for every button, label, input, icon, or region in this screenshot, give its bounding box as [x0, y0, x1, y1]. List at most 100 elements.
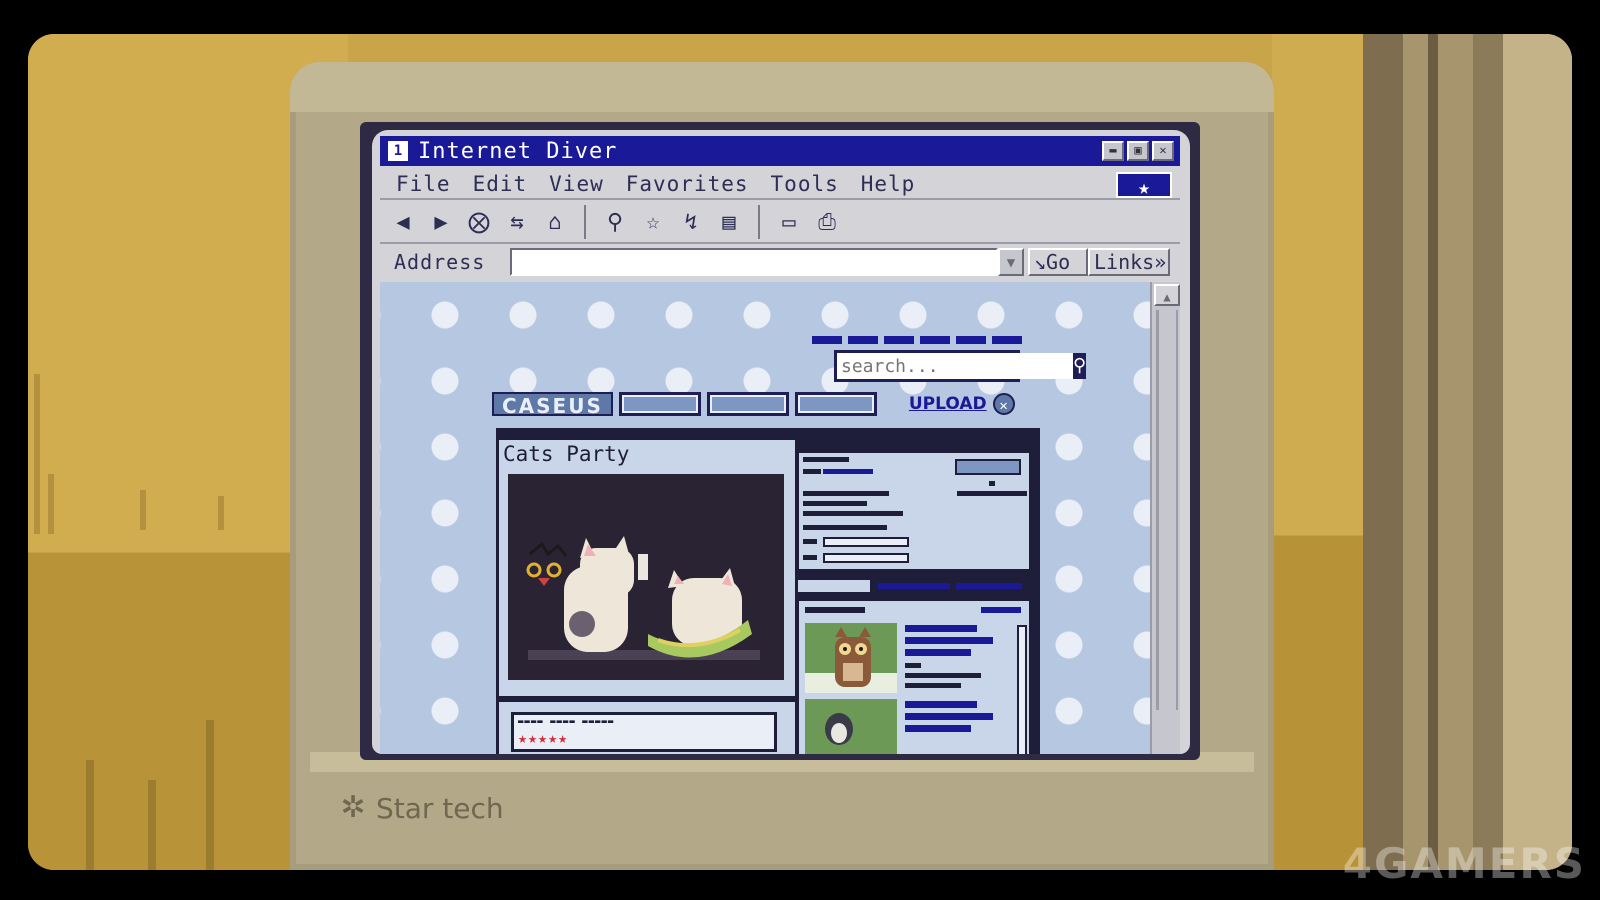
- tab-link[interactable]: [878, 583, 950, 589]
- penguin-illustration: [805, 699, 897, 754]
- info-text: [803, 469, 821, 474]
- follow-button[interactable]: [955, 459, 1021, 475]
- info-text: [803, 525, 887, 530]
- curtain: [1403, 34, 1473, 870]
- address-input[interactable]: [510, 248, 998, 276]
- info-text: [957, 491, 1027, 496]
- info-text: [803, 511, 903, 516]
- address-label: Address: [394, 250, 486, 274]
- tab-link[interactable]: [956, 583, 1022, 589]
- home-icon[interactable]: ⌂: [544, 210, 566, 235]
- post-info-panel: [796, 450, 1032, 572]
- item-title-bar: [905, 649, 971, 656]
- mail-icon[interactable]: ▭: [778, 210, 800, 235]
- rating-stars[interactable]: ★★★★★: [518, 729, 568, 747]
- info-text: [803, 501, 867, 506]
- back-arrow-icon[interactable]: ◀: [392, 210, 414, 235]
- curtain: [1428, 34, 1438, 870]
- cats-image[interactable]: [508, 474, 784, 680]
- site-logo[interactable]: CASEUS: [492, 392, 613, 418]
- post-meta: ▬▬▬▬ ▬▬▬▬ ▬▬▬▬▬ ★★★★★: [499, 702, 795, 754]
- title-bar[interactable]: 1 Internet Diver ▬ ▣ ✕: [380, 136, 1180, 166]
- post-container: Cats Party ▬▬▬▬ ▬▬▬▬ ▬▬▬▬▬ ★★★★★: [496, 428, 1040, 754]
- list-more-link[interactable]: [981, 607, 1021, 613]
- item-title-bar: [905, 625, 977, 632]
- upload-icon[interactable]: ✕: [992, 393, 1015, 415]
- plant-silhouette: [48, 474, 54, 534]
- rating-label: ▬▬▬▬ ▬▬▬▬ ▬▬▬▬▬: [518, 717, 615, 727]
- info-field[interactable]: [823, 553, 909, 563]
- item-meta: [905, 663, 921, 668]
- window-title: Internet Diver: [418, 138, 618, 164]
- web-page: ⚲ CASEUS UPLOAD ✕ Cats Party: [380, 282, 1150, 754]
- owl-illustration: [805, 627, 897, 693]
- browser-window: 1 Internet Diver ▬ ▣ ✕ File Edit View Fa…: [372, 130, 1190, 754]
- item-meta: [905, 673, 981, 678]
- site-nav-tab[interactable]: [618, 392, 701, 416]
- item-title-bar: [905, 701, 977, 708]
- address-dropdown-icon[interactable]: ▼: [998, 248, 1024, 276]
- monitor-brand: ✲ Star tech: [336, 791, 503, 825]
- item-title-bar: [905, 713, 993, 720]
- list-tabs: [796, 578, 1032, 594]
- search-icon[interactable]: ⚲: [604, 210, 626, 235]
- site-nav-tab[interactable]: [706, 392, 789, 416]
- menu-help[interactable]: Help: [861, 172, 916, 196]
- channels-icon[interactable]: ▤: [718, 210, 740, 235]
- page-scrollbar[interactable]: ▲: [1150, 282, 1180, 754]
- watermark: 4GAMERS: [1342, 839, 1586, 888]
- tab-active[interactable]: [796, 578, 872, 594]
- window-controls: ▬ ▣ ✕: [1102, 141, 1174, 161]
- links-button[interactable]: Links»: [1088, 248, 1170, 276]
- list-scrollbar[interactable]: [1017, 625, 1027, 754]
- plant-silhouette: [206, 720, 214, 870]
- scroll-track[interactable]: [1156, 310, 1178, 710]
- minimize-button[interactable]: ▬: [1102, 141, 1124, 161]
- toolbar-separator: [584, 205, 586, 239]
- close-button[interactable]: ✕: [1152, 141, 1174, 161]
- menu-favorites[interactable]: Favorites: [626, 172, 749, 196]
- related-list: [796, 598, 1032, 754]
- go-button[interactable]: ↘Go: [1028, 248, 1088, 276]
- star-icon[interactable]: ★: [1116, 172, 1172, 199]
- menu-edit[interactable]: Edit: [473, 172, 528, 196]
- site-nav-tab[interactable]: [794, 392, 877, 416]
- favorites-star-icon[interactable]: ☆: [642, 210, 664, 235]
- upload-link[interactable]: UPLOAD: [909, 394, 987, 414]
- uploader-link[interactable]: [823, 469, 873, 474]
- curtain: [1503, 34, 1572, 870]
- info-text: [989, 481, 995, 486]
- app-icon: 1: [388, 141, 408, 161]
- plant-silhouette: [148, 780, 156, 870]
- list-heading: [805, 607, 865, 613]
- info-text: [803, 555, 817, 560]
- plant-silhouette: [86, 760, 94, 870]
- magnifier-icon[interactable]: ⚲: [1073, 353, 1087, 379]
- site-top-links[interactable]: [812, 336, 1024, 344]
- info-text: [803, 539, 817, 544]
- rating-box: ▬▬▬▬ ▬▬▬▬ ▬▬▬▬▬ ★★★★★: [511, 712, 777, 752]
- post-panel: Cats Party: [499, 440, 795, 696]
- stop-icon[interactable]: ⨂: [468, 210, 490, 235]
- owl-thumbnail[interactable]: [805, 623, 897, 693]
- list-item[interactable]: [805, 623, 1019, 693]
- maximize-button[interactable]: ▣: [1127, 141, 1149, 161]
- cats-illustration: [526, 536, 760, 660]
- item-title-bar: [905, 725, 971, 732]
- menu-tools[interactable]: Tools: [771, 172, 839, 196]
- site-search-input[interactable]: [837, 353, 1073, 379]
- menu-view[interactable]: View: [549, 172, 604, 196]
- site-nav: CASEUS UPLOAD ✕: [492, 392, 1015, 418]
- item-title-bar: [905, 637, 993, 644]
- curtain: [1473, 34, 1503, 870]
- refresh-icon[interactable]: ⇆: [506, 210, 528, 235]
- plant-silhouette: [140, 490, 146, 530]
- scroll-up-icon[interactable]: ▲: [1154, 284, 1180, 306]
- history-icon[interactable]: ↯: [680, 210, 702, 235]
- penguin-thumbnail[interactable]: [805, 699, 897, 754]
- list-item[interactable]: [805, 699, 1019, 754]
- menu-file[interactable]: File: [396, 172, 451, 196]
- forward-arrow-icon[interactable]: ▶: [430, 210, 452, 235]
- print-icon[interactable]: ⎙: [816, 210, 838, 235]
- info-field[interactable]: [823, 537, 909, 547]
